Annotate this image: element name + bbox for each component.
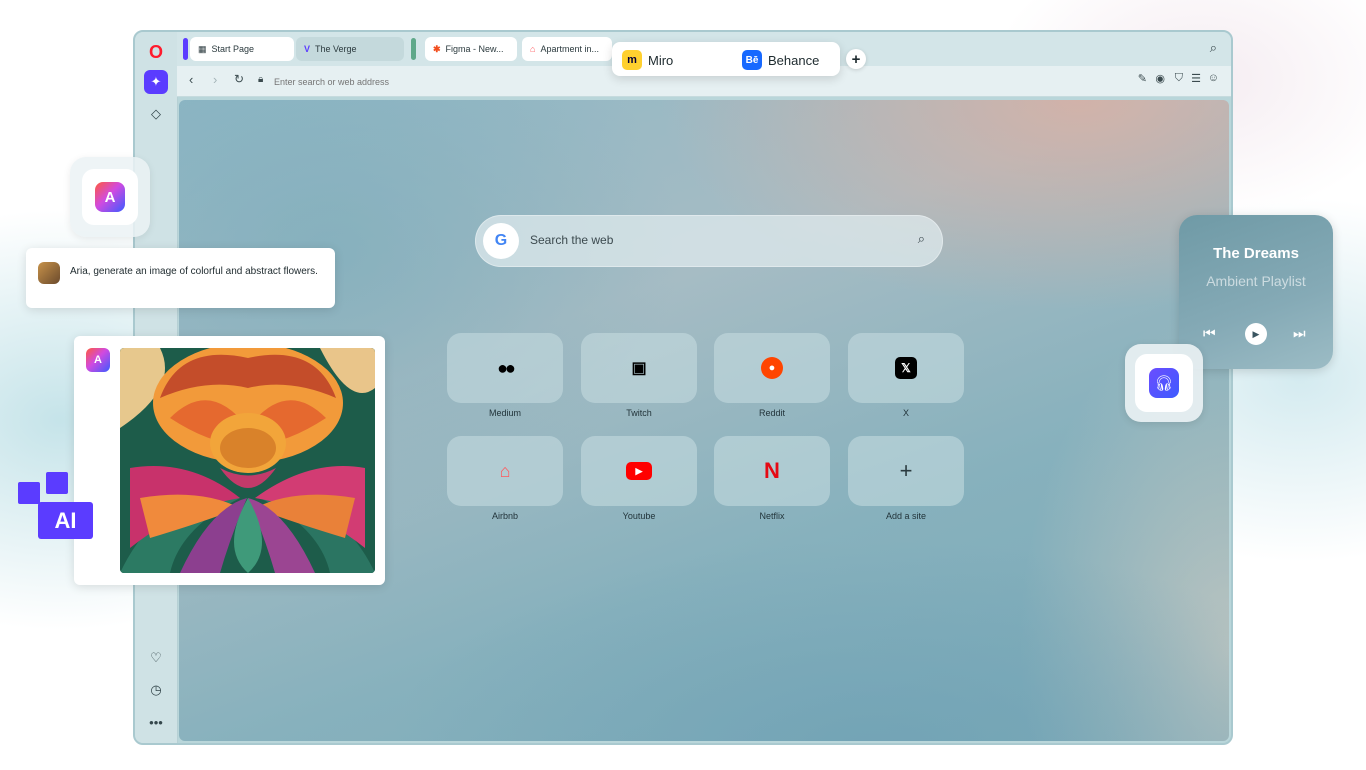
tab-label: Start Page bbox=[211, 44, 255, 54]
tab-start-page[interactable]: ▦ Start Page bbox=[190, 37, 294, 61]
floating-tab-island: m Miro Bē Behance bbox=[612, 42, 840, 76]
speed-dial-youtube[interactable]: ▶ bbox=[581, 436, 697, 506]
verge-icon: V bbox=[304, 44, 311, 54]
tab-figma[interactable]: ✱ Figma - New... bbox=[425, 37, 517, 61]
grid-icon: ▦ bbox=[198, 43, 207, 54]
search-box[interactable]: G Search the web ⌕ bbox=[475, 215, 943, 267]
player-app-card[interactable]: 🎧︎ bbox=[1125, 344, 1203, 422]
reddit-icon: ● bbox=[761, 357, 783, 379]
speed-dial-twitch[interactable]: ▣ bbox=[581, 333, 697, 403]
ai-badge-text: AI bbox=[38, 502, 93, 539]
speed-dial-reddit[interactable]: ● bbox=[714, 333, 830, 403]
tab-label: Figma - New... bbox=[445, 44, 504, 54]
speed-dial-label: Reddit bbox=[758, 408, 785, 418]
tab-apartment[interactable]: ⌂ Apartment in... bbox=[522, 37, 612, 61]
speed-dial-netflix[interactable]: N bbox=[714, 436, 830, 506]
speed-dial-label: Youtube bbox=[622, 511, 656, 521]
aria-chat-message: Aria, generate an image of colorful and … bbox=[26, 248, 335, 308]
more-icon[interactable]: ••• bbox=[144, 710, 168, 734]
search-tabs-icon[interactable]: ⌕ bbox=[1210, 40, 1217, 56]
aria-logo-icon: A bbox=[95, 182, 125, 212]
speed-dial-label: Add a site bbox=[885, 511, 927, 521]
speed-dial-label: Airbnb bbox=[491, 511, 518, 521]
medium-icon: ●● bbox=[497, 357, 516, 378]
aria-app-tile: A bbox=[82, 169, 138, 225]
previous-track-icon[interactable]: ⏮︎ bbox=[1203, 325, 1216, 342]
opera-logo-icon[interactable]: O bbox=[144, 40, 168, 64]
airbnb-icon: ⌂ bbox=[530, 44, 536, 54]
tab-island-indicator bbox=[183, 38, 188, 60]
aria-app-card[interactable]: A bbox=[70, 157, 150, 237]
search-placeholder: Search the web bbox=[530, 233, 614, 247]
tab-island-indicator bbox=[411, 38, 416, 60]
edit-icon[interactable]: ✎ bbox=[1138, 72, 1147, 85]
reload-icon[interactable]: ↻ bbox=[234, 72, 244, 86]
speed-dial-medium[interactable]: ●● bbox=[447, 333, 563, 403]
tab-label: Miro bbox=[648, 52, 674, 68]
plus-icon: + bbox=[899, 458, 913, 483]
diamond-icon[interactable]: ◇ bbox=[144, 102, 168, 126]
figma-icon: ✱ bbox=[433, 43, 441, 54]
speed-dial-label: X bbox=[902, 408, 909, 418]
profile-icon[interactable]: ☺ bbox=[1208, 72, 1219, 84]
music-player: The Dreams Ambient Playlist ⏮︎ ▶ ⏭︎ bbox=[1179, 215, 1333, 369]
generated-flower-image[interactable] bbox=[120, 348, 375, 573]
speed-dial-airbnb[interactable]: ⌂ bbox=[447, 436, 563, 506]
playlist-name: Ambient Playlist bbox=[1206, 273, 1306, 289]
history-icon[interactable]: ◷ bbox=[144, 678, 168, 702]
google-icon: G bbox=[483, 223, 519, 259]
play-icon[interactable]: ▶ bbox=[1245, 323, 1267, 345]
x-icon: 𝕏 bbox=[895, 357, 917, 379]
lock-icon: 🔒︎ bbox=[258, 74, 264, 85]
back-icon[interactable]: ‹ bbox=[189, 72, 193, 87]
speed-dial-add-site[interactable]: + bbox=[848, 436, 964, 506]
heart-icon[interactable]: ♡ bbox=[144, 646, 168, 670]
netflix-icon: N bbox=[764, 458, 780, 483]
player-app-tile: 🎧︎ bbox=[1135, 354, 1193, 412]
tab-label: Behance bbox=[768, 52, 820, 68]
aria-image-result: A bbox=[74, 336, 385, 585]
shield-icon[interactable]: ⛉ bbox=[1175, 72, 1183, 85]
aria-logo-icon: A bbox=[86, 348, 110, 372]
forward-icon[interactable]: › bbox=[213, 72, 217, 87]
twitch-icon: ▣ bbox=[631, 360, 647, 377]
tab-label: The Verge bbox=[315, 44, 357, 54]
track-title: The Dreams bbox=[1213, 245, 1299, 262]
miro-icon: m bbox=[622, 50, 642, 70]
tab-the-verge[interactable]: V The Verge bbox=[296, 37, 404, 61]
speed-dial-label: Netflix bbox=[759, 511, 785, 521]
speed-dial-label: Medium bbox=[488, 408, 521, 418]
next-track-icon[interactable]: ⏭︎ bbox=[1293, 325, 1306, 342]
ai-badge: AI bbox=[18, 472, 94, 540]
youtube-icon: ▶ bbox=[626, 462, 652, 480]
behance-icon: Bē bbox=[742, 50, 762, 70]
chat-text: Aria, generate an image of colorful and … bbox=[70, 266, 318, 277]
tab-behance[interactable]: Bē Behance bbox=[742, 50, 819, 70]
new-tab-plus-icon[interactable]: + bbox=[846, 49, 866, 69]
headphones-icon: 🎧︎ bbox=[1149, 368, 1179, 398]
tab-miro[interactable]: m Miro bbox=[622, 50, 673, 70]
search-icon[interactable]: ⌕ bbox=[918, 231, 925, 247]
airbnb-icon: ⌂ bbox=[499, 460, 511, 481]
aria-sidebar-icon[interactable]: ✦ bbox=[144, 70, 168, 94]
tab-label: Apartment in... bbox=[540, 44, 599, 54]
camera-icon[interactable]: ◉ bbox=[1155, 72, 1165, 85]
settings-sliders-icon[interactable]: ☰ bbox=[1191, 72, 1201, 85]
speed-dial-label: Twitch bbox=[626, 408, 652, 418]
avatar bbox=[38, 262, 60, 284]
speed-dial-x[interactable]: 𝕏 bbox=[848, 333, 964, 403]
